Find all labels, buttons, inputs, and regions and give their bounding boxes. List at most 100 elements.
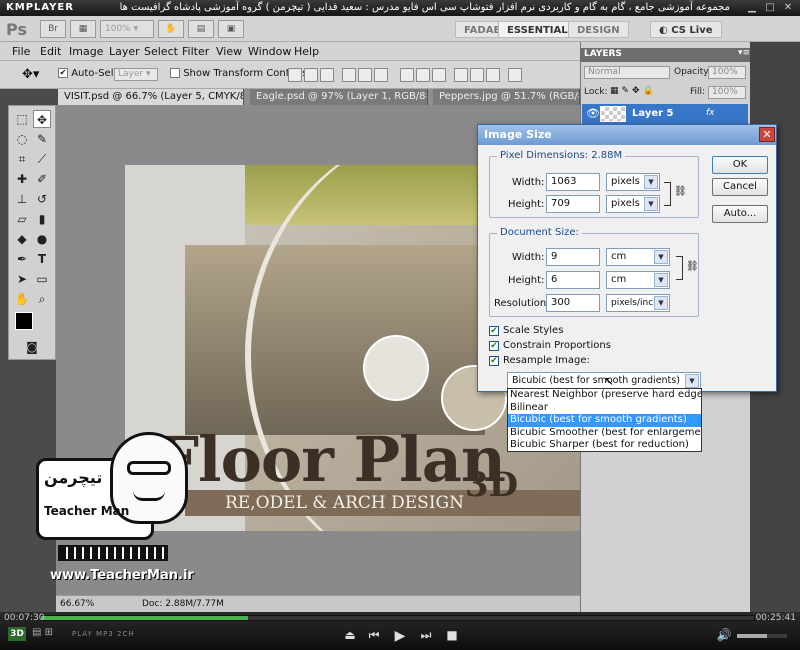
zoom-tool-icon[interactable]: ⌕ — [33, 290, 51, 308]
volume-icon[interactable]: 🔊 — [716, 628, 732, 642]
playlist-icon[interactable]: ▤ ⊞ — [32, 627, 53, 638]
play-icon[interactable]: ▶ — [392, 628, 408, 644]
next-icon[interactable]: ⏭ — [418, 628, 434, 643]
bridge-button[interactable]: Br — [40, 20, 66, 38]
auto-align-icon[interactable] — [508, 68, 522, 82]
align-hcenter-icon[interactable] — [358, 68, 372, 82]
cs-live-button[interactable]: ◐ CS Live — [650, 21, 722, 38]
menu-view[interactable]: View — [216, 45, 242, 58]
eye-icon[interactable]: 👁 — [586, 107, 600, 120]
maximize-icon[interactable]: □ — [763, 2, 777, 14]
option-bicubic-smoother[interactable]: Bicubic Smoother (best for enlargement) — [508, 427, 701, 440]
ok-button[interactable]: OK — [712, 156, 768, 174]
distribute-vcenter-icon[interactable] — [416, 68, 430, 82]
eject-icon[interactable]: ⏏ — [342, 628, 358, 642]
auto-select-checkbox[interactable]: ✔ — [58, 68, 68, 78]
blend-mode-select[interactable]: Normal — [584, 66, 670, 79]
brush-tool-icon[interactable]: ✐ — [33, 170, 51, 188]
status-zoom[interactable]: 66.67% — [60, 599, 94, 609]
tab-eagle[interactable]: Eagle.psd @ 97% (Layer 1, RGB/8#) * — [250, 89, 428, 105]
doc-width-input[interactable]: 9 — [546, 248, 600, 266]
align-vcenter-icon[interactable] — [304, 68, 318, 82]
3d-rotate-tool-icon[interactable]: ✋ — [13, 290, 31, 308]
dodge-tool-icon[interactable]: ● — [33, 230, 51, 248]
menu-edit[interactable]: Edit — [40, 45, 61, 58]
type-tool-icon[interactable]: T — [33, 250, 51, 268]
zoom-level-menu[interactable]: 100% ▾ — [100, 20, 154, 38]
option-bilinear[interactable]: Bilinear — [508, 402, 701, 415]
layers-panel-title[interactable]: LAYERS — [584, 49, 622, 59]
menu-image[interactable]: Image — [69, 45, 103, 58]
3d-badge[interactable]: 3D — [8, 627, 26, 641]
opacity-input[interactable]: 100% — [708, 66, 746, 79]
distribute-bottom-icon[interactable] — [432, 68, 446, 82]
move-tool-icon[interactable]: ✥▾ — [22, 67, 39, 82]
dialog-close-icon[interactable]: ✕ — [759, 127, 775, 142]
pixel-height-unit-select[interactable]: pixels ▼ — [606, 195, 660, 213]
eyedropper-tool-icon[interactable]: ⟋ — [33, 150, 51, 168]
show-transform-option[interactable]: Show Transform Controls — [170, 68, 308, 79]
path-select-tool-icon[interactable]: ➤ — [13, 270, 31, 288]
layer-name[interactable]: Layer 5 — [632, 108, 673, 119]
align-bottom-icon[interactable] — [320, 68, 334, 82]
fx-icon[interactable]: fx — [706, 108, 715, 118]
auto-select-dropdown[interactable]: Layer ▾ — [114, 68, 158, 81]
marquee-tool-icon[interactable]: ⬚ — [13, 110, 31, 128]
quick-mask-icon[interactable]: ◙ — [23, 338, 41, 356]
scale-styles-label[interactable]: Scale Styles — [503, 325, 563, 336]
screen-mode-button[interactable]: ▣ — [218, 20, 244, 38]
resolution-unit-select[interactable]: pixels/inch ▼ — [606, 294, 670, 312]
pen-tool-icon[interactable]: ✒ — [13, 250, 31, 268]
auto-button[interactable]: Auto... — [712, 205, 768, 223]
menu-layer[interactable]: Layer — [109, 45, 140, 58]
cancel-button[interactable]: Cancel — [712, 178, 768, 196]
ruler-button[interactable]: ▦ — [70, 20, 96, 38]
menu-select[interactable]: Select — [144, 45, 178, 58]
clone-stamp-icon[interactable]: ⊥ — [13, 190, 31, 208]
doc-height-unit-select[interactable]: cm ▼ — [606, 271, 670, 289]
foreground-color-swatch[interactable] — [15, 312, 33, 330]
doc-width-unit-select[interactable]: cm ▼ — [606, 248, 670, 266]
doc-height-input[interactable]: 6 — [546, 271, 600, 289]
lock-icons[interactable]: ▦✎✥🔒 — [610, 86, 657, 96]
pixel-width-input[interactable]: 1063 — [546, 173, 600, 191]
distribute-hcenter-icon[interactable] — [470, 68, 484, 82]
tab-visit[interactable]: VISIT.psd @ 66.7% (Layer 5, CMYK/8) * — [58, 89, 244, 105]
distribute-right-icon[interactable] — [486, 68, 500, 82]
scale-styles-checkbox[interactable]: ✔ — [489, 326, 499, 336]
tab-peppers[interactable]: Peppers.jpg @ 51.7% (RGB/8 — [433, 89, 580, 105]
quick-select-tool-icon[interactable]: ✎ — [33, 130, 51, 148]
history-brush-icon[interactable]: ↺ — [33, 190, 51, 208]
align-left-icon[interactable] — [342, 68, 356, 82]
lasso-tool-icon[interactable]: ◌ — [13, 130, 31, 148]
gradient-tool-icon[interactable]: ▮ — [33, 210, 51, 228]
hand-view-button[interactable]: ✋ — [158, 20, 184, 38]
constrain-proportions-label[interactable]: Constrain Proportions — [503, 340, 611, 351]
minimize-icon[interactable]: ▁ — [745, 2, 759, 14]
shape-tool-icon[interactable]: ▭ — [33, 270, 51, 288]
resample-image-checkbox[interactable]: ✔ — [489, 356, 499, 366]
menu-help[interactable]: Help — [294, 45, 319, 58]
previous-icon[interactable]: ⏮ — [366, 628, 382, 643]
arrange-documents-button[interactable]: ▤ — [188, 20, 214, 38]
distribute-top-icon[interactable] — [400, 68, 414, 82]
blur-tool-icon[interactable]: ◆ — [13, 230, 31, 248]
healing-brush-icon[interactable]: ✚ — [13, 170, 31, 188]
option-bicubic-sharper[interactable]: Bicubic Sharper (best for reduction) — [508, 439, 701, 452]
resample-image-label[interactable]: Resample Image: — [503, 355, 590, 366]
crop-tool-icon[interactable]: ⌗ — [13, 150, 31, 168]
pixel-width-unit-select[interactable]: pixels ▼ — [606, 173, 660, 191]
option-nearest-neighbor[interactable]: Nearest Neighbor (preserve hard edges) — [508, 389, 701, 402]
layer-row[interactable]: 👁 Layer 5 fx — [582, 104, 748, 124]
workspace-design[interactable]: DESIGN — [568, 21, 629, 38]
menu-file[interactable]: File — [12, 45, 30, 58]
panel-menu-icon[interactable]: ▾≡ — [738, 48, 750, 58]
move-tool-icon-active[interactable]: ✥ — [33, 110, 51, 128]
menu-filter[interactable]: Filter — [182, 45, 209, 58]
menu-window[interactable]: Window — [248, 45, 291, 58]
distribute-left-icon[interactable] — [454, 68, 468, 82]
option-bicubic[interactable]: Bicubic (best for smooth gradients) — [508, 414, 701, 427]
constrain-proportions-checkbox[interactable]: ✔ — [489, 341, 499, 351]
stop-icon[interactable]: ■ — [444, 628, 460, 642]
align-top-icon[interactable] — [288, 68, 302, 82]
